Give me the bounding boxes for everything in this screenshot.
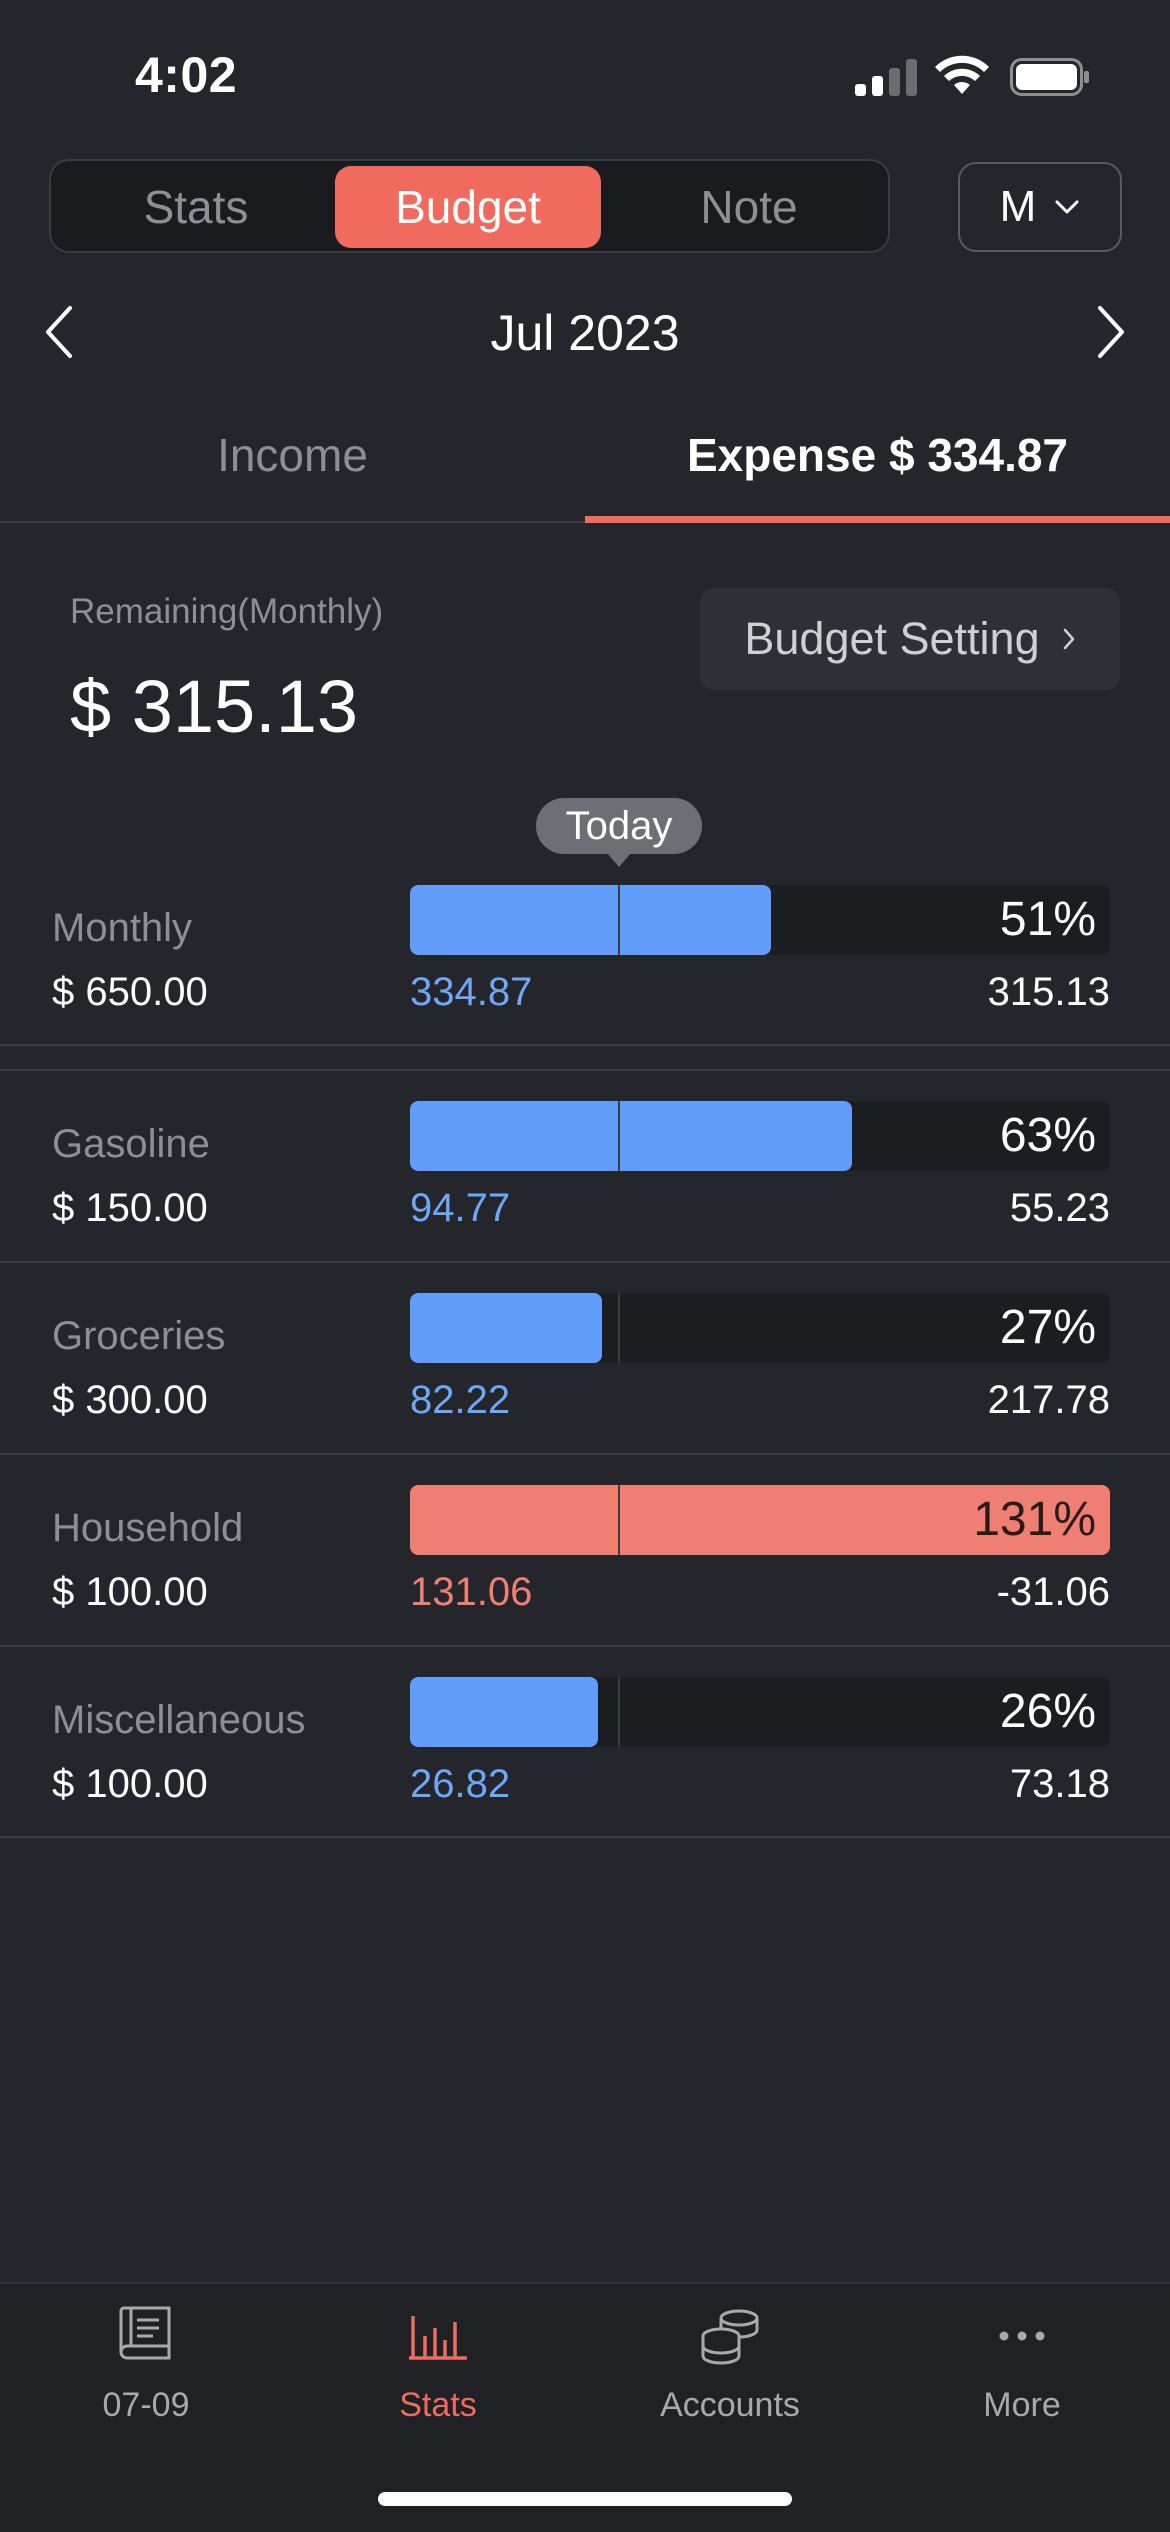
today-line [618,885,620,955]
budget-row-amount: $ 300.00 [52,1378,208,1422]
budget-progress-bar: 63% [410,1101,1110,1171]
battery-icon [1010,58,1089,96]
period-select[interactable]: M [958,162,1122,252]
segment-note[interactable]: Note [616,166,882,248]
budget-percent: 131% [973,1493,1096,1546]
budget-spent: 82.22 [410,1378,511,1422]
budget-percent: 27% [999,1301,1096,1354]
budget-setting-button[interactable]: Budget Setting [700,588,1120,690]
budget-progress-fill [410,885,771,955]
nav-label: Accounts [660,2386,800,2424]
remaining-label: Remaining(Monthly) [70,592,384,631]
budget-progress-fill [410,1101,853,1171]
bar-chart-icon [409,2316,467,2360]
segment-stats[interactable]: Stats [63,166,329,248]
budget-percent: 51% [999,893,1096,946]
book-icon [119,2306,171,2360]
today-marker-label: Today [536,798,702,854]
budget-progress-bar: 51% [410,885,1110,955]
home-indicator [378,2492,792,2506]
nav-label: Stats [399,2386,477,2424]
budget-progress-fill [410,1677,598,1747]
budget-remaining: -31.06 [996,1570,1110,1614]
nav-label: 07-09 [102,2386,190,2424]
today-marker-pointer [607,853,631,867]
budget-remaining: 73.18 [1009,1762,1110,1806]
budget-row-name: Miscellaneous [52,1698,306,1742]
budget-setting-label: Budget Setting [744,613,1040,664]
budget-row-name: Gasoline [52,1122,210,1166]
budget-row-name: Household [52,1506,244,1550]
remaining-value: $ 315.13 [70,665,359,748]
section-divider [0,1044,1170,1046]
next-month-button[interactable] [1090,302,1130,362]
today-line [618,1485,620,1555]
section-divider [0,1069,1170,1071]
budget-spent: 334.87 [410,970,533,1014]
budget-row-amount: $ 100.00 [52,1570,208,1614]
budget-row-amount: $ 150.00 [52,1186,208,1230]
nav-item-stats[interactable]: Stats [292,2300,584,2425]
wifi-icon [935,55,989,94]
today-line [618,1293,620,1363]
budget-progress-bar: 131% [410,1485,1110,1555]
chevron-right-icon [1063,628,1074,650]
budget-spent: 131.06 [410,1570,533,1614]
tab-active-indicator [585,516,1170,523]
budget-progress-fill [410,1293,602,1363]
row-divider [0,1261,1170,1263]
budget-remaining: 55.23 [1009,1186,1110,1230]
month-label: Jul 2023 [490,305,680,361]
budget-spent: 26.82 [410,1762,511,1806]
budget-percent: 26% [999,1685,1096,1738]
period-select-value: M [999,182,1037,231]
tab-income[interactable]: Income [0,428,585,482]
row-divider [0,1453,1170,1455]
budget-row-amount: $ 100.00 [52,1762,208,1806]
today-line [618,1101,620,1171]
view-segmented-control: Stats Budget Note [49,159,890,253]
budget-row-name: Monthly [52,906,193,950]
nav-item-accounts[interactable]: Accounts [584,2300,876,2425]
nav-item-more[interactable]: More [876,2300,1168,2425]
status-time: 4:02 [135,47,238,103]
budget-remaining: 217.78 [987,1378,1110,1422]
nav-label: More [983,2386,1061,2424]
budget-progress-bar: 26% [410,1677,1110,1747]
nav-item-daily[interactable]: 07-09 [0,2300,292,2425]
today-line [618,1677,620,1747]
cellular-signal-icon [855,58,917,96]
budget-row-amount: $ 650.00 [52,970,208,1014]
row-divider [0,1645,1170,1647]
tab-expense[interactable]: Expense $ 334.87 [585,428,1170,482]
budget-spent: 94.77 [410,1186,511,1230]
coins-icon [701,2309,759,2365]
budget-remaining: 315.13 [987,970,1110,1014]
chevron-down-icon [1055,200,1079,214]
more-icon [999,2331,1045,2341]
budget-progress-bar: 27% [410,1293,1110,1363]
budget-percent: 63% [999,1109,1096,1162]
segment-budget[interactable]: Budget [335,166,601,248]
budget-row-name: Groceries [52,1314,226,1358]
row-divider [0,1836,1170,1838]
